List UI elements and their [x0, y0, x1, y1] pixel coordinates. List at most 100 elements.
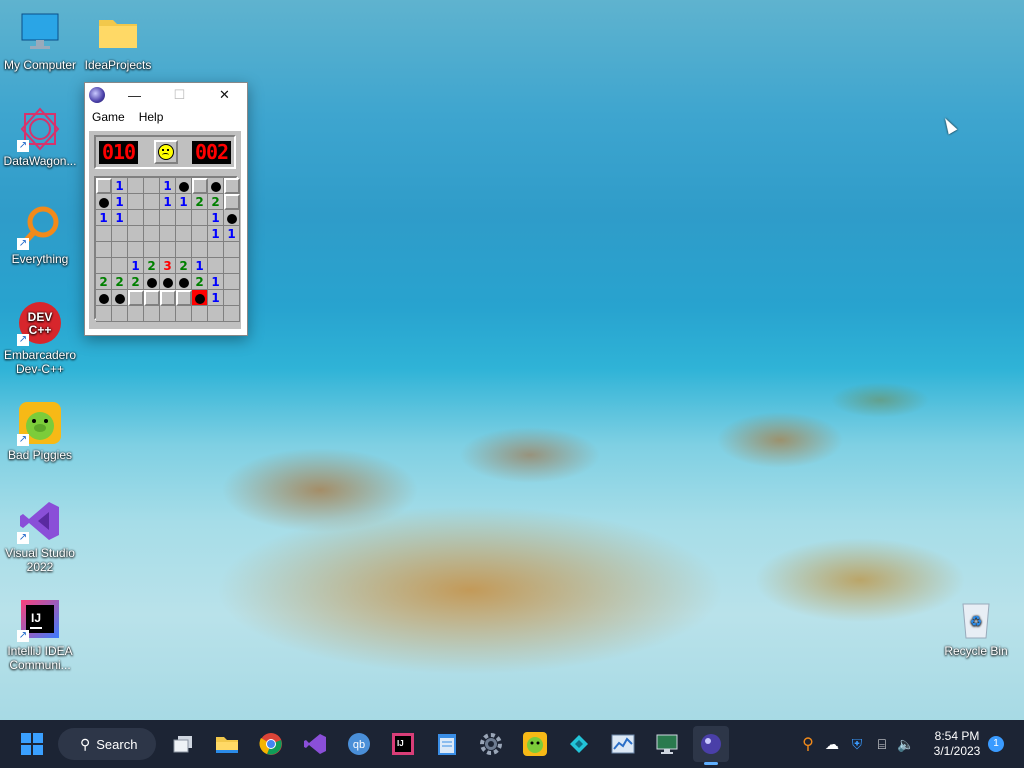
empty-cell[interactable]: [224, 242, 240, 258]
empty-cell[interactable]: [112, 226, 128, 242]
mine-grid[interactable]: 11111221111112321222211: [96, 178, 240, 322]
taskbar-resource-monitor[interactable]: [605, 726, 641, 762]
mine-cell[interactable]: [160, 274, 176, 290]
number-cell[interactable]: 1: [96, 210, 112, 226]
number-cell[interactable]: 1: [208, 226, 224, 242]
empty-cell[interactable]: [192, 210, 208, 226]
empty-cell[interactable]: [160, 242, 176, 258]
desktop-icon-intellij[interactable]: IJ ↗ IntelliJ IDEA Communi...: [0, 596, 80, 672]
empty-cell[interactable]: [224, 258, 240, 274]
empty-cell[interactable]: [144, 194, 160, 210]
desktop-icon-visual-studio[interactable]: ↗ Visual Studio 2022: [0, 498, 80, 574]
taskbar-bad-piggies[interactable]: [517, 726, 553, 762]
hidden-cell[interactable]: [96, 178, 112, 194]
mine-cell[interactable]: [224, 210, 240, 226]
empty-cell[interactable]: [144, 226, 160, 242]
number-cell[interactable]: 1: [176, 194, 192, 210]
empty-cell[interactable]: [112, 306, 128, 322]
maximize-button[interactable]: ☐: [157, 83, 202, 107]
empty-cell[interactable]: [224, 290, 240, 306]
mine-field[interactable]: 11111221111112321222211: [94, 176, 240, 322]
taskbar-chrome[interactable]: [253, 726, 289, 762]
empty-cell[interactable]: [176, 306, 192, 322]
taskbar-app-cyan[interactable]: [561, 726, 597, 762]
minesweeper-window[interactable]: — ☐ ✕ Game Help 010 002 1111122111111232…: [84, 82, 248, 336]
clock[interactable]: 8:54 PM 3/1/2023: [928, 729, 986, 759]
empty-cell[interactable]: [192, 242, 208, 258]
empty-cell[interactable]: [160, 226, 176, 242]
start-button[interactable]: [14, 726, 50, 762]
notification-badge[interactable]: 1: [988, 736, 1004, 752]
desktop-icon-ideaprojects[interactable]: IdeaProjects: [78, 10, 158, 72]
taskbar-file-explorer[interactable]: [209, 726, 245, 762]
desktop-icon-devcpp[interactable]: DEV C++ ↗ Embarcadero Dev-C++: [0, 300, 80, 376]
desktop-icon-bad-piggies[interactable]: ↗ Bad Piggies: [0, 400, 80, 462]
mine-cell[interactable]: [96, 290, 112, 306]
empty-cell[interactable]: [208, 258, 224, 274]
number-cell[interactable]: 1: [160, 178, 176, 194]
close-button[interactable]: ✕: [202, 83, 247, 107]
number-cell[interactable]: 2: [192, 274, 208, 290]
hidden-cell[interactable]: [144, 290, 160, 306]
hidden-cell[interactable]: [160, 290, 176, 306]
empty-cell[interactable]: [208, 242, 224, 258]
hidden-cell[interactable]: [128, 290, 144, 306]
empty-cell[interactable]: [96, 226, 112, 242]
taskbar-minesweeper[interactable]: [693, 726, 729, 765]
title-bar[interactable]: — ☐ ✕: [85, 83, 247, 107]
menu-game[interactable]: Game: [85, 110, 132, 124]
number-cell[interactable]: 1: [112, 194, 128, 210]
empty-cell[interactable]: [144, 242, 160, 258]
number-cell[interactable]: 1: [192, 258, 208, 274]
empty-cell[interactable]: [96, 306, 112, 322]
everything-tray-icon[interactable]: ⚲: [796, 734, 820, 754]
empty-cell[interactable]: [112, 258, 128, 274]
desktop-icon-datawagon[interactable]: ↗ DataWagon...: [0, 106, 80, 168]
taskbar-qbittorrent[interactable]: qb: [341, 726, 377, 762]
empty-cell[interactable]: [128, 226, 144, 242]
number-cell[interactable]: 2: [144, 258, 160, 274]
mine-cell[interactable]: [144, 274, 160, 290]
taskbar-notepad[interactable]: [429, 726, 465, 762]
exploded-mine-cell[interactable]: [192, 290, 208, 306]
hidden-cell[interactable]: [192, 178, 208, 194]
number-cell[interactable]: 1: [128, 258, 144, 274]
number-cell[interactable]: 3: [160, 258, 176, 274]
volume-icon[interactable]: 🔈: [894, 736, 918, 753]
empty-cell[interactable]: [144, 178, 160, 194]
hidden-cell[interactable]: [224, 178, 240, 194]
mine-cell[interactable]: [96, 194, 112, 210]
number-cell[interactable]: 1: [112, 210, 128, 226]
number-cell[interactable]: 2: [128, 274, 144, 290]
empty-cell[interactable]: [160, 306, 176, 322]
empty-cell[interactable]: [192, 226, 208, 242]
network-icon[interactable]: ⌸: [870, 736, 894, 753]
empty-cell[interactable]: [112, 242, 128, 258]
number-cell[interactable]: 2: [176, 258, 192, 274]
taskbar-search[interactable]: ⚲ Search: [58, 728, 156, 760]
empty-cell[interactable]: [128, 194, 144, 210]
empty-cell[interactable]: [96, 258, 112, 274]
number-cell[interactable]: 1: [208, 290, 224, 306]
menu-help[interactable]: Help: [132, 110, 171, 124]
taskbar-intellij[interactable]: IJ: [385, 726, 421, 762]
number-cell[interactable]: 1: [160, 194, 176, 210]
number-cell[interactable]: 2: [96, 274, 112, 290]
number-cell[interactable]: 1: [224, 226, 240, 242]
empty-cell[interactable]: [224, 274, 240, 290]
empty-cell[interactable]: [128, 306, 144, 322]
mine-cell[interactable]: [176, 178, 192, 194]
number-cell[interactable]: 1: [208, 274, 224, 290]
cloud-off-icon[interactable]: ☁: [820, 736, 844, 753]
empty-cell[interactable]: [128, 242, 144, 258]
security-shield-icon[interactable]: ⛨: [844, 736, 870, 753]
taskbar-remote-desktop[interactable]: [649, 726, 685, 762]
number-cell[interactable]: 2: [208, 194, 224, 210]
mine-cell[interactable]: [208, 178, 224, 194]
desktop-icon-everything[interactable]: ↗ Everything: [0, 204, 80, 266]
empty-cell[interactable]: [128, 178, 144, 194]
empty-cell[interactable]: [176, 210, 192, 226]
hidden-cell[interactable]: [176, 290, 192, 306]
number-cell[interactable]: 2: [192, 194, 208, 210]
hidden-cell[interactable]: [224, 194, 240, 210]
